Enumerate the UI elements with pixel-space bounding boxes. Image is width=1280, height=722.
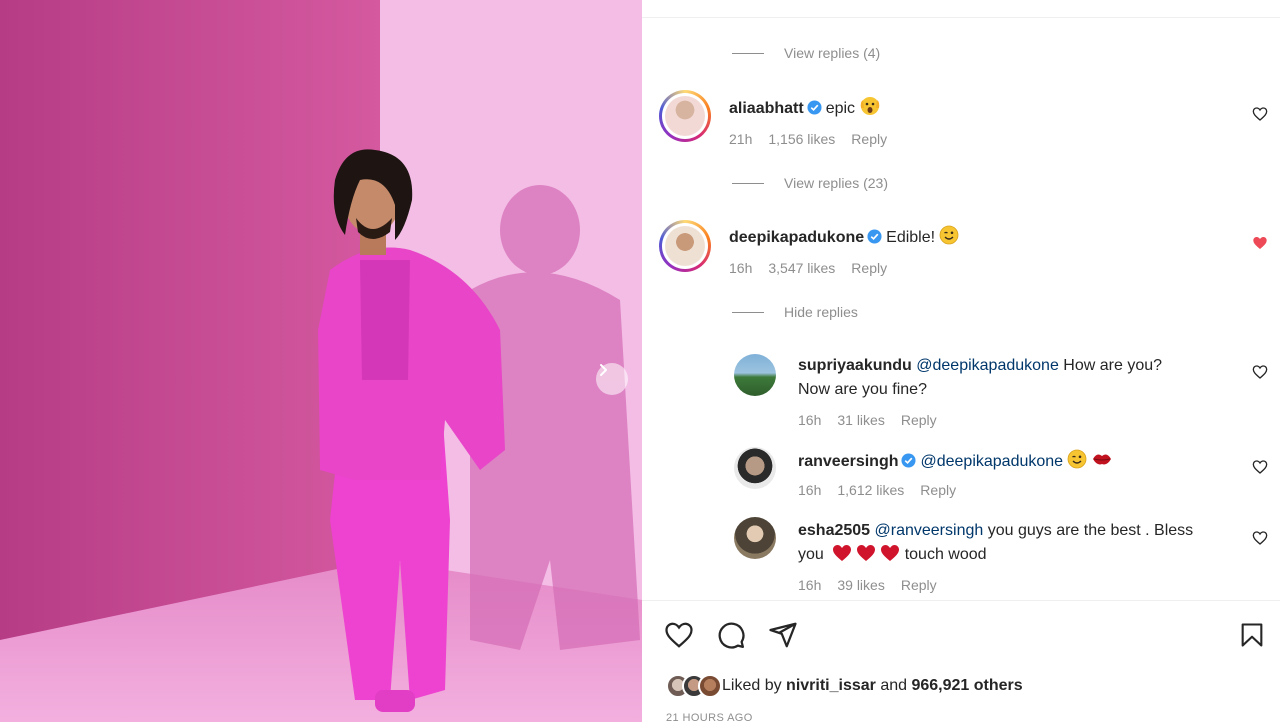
heart-icon[interactable] <box>664 620 694 650</box>
kiss-lips-emoji-icon <box>1093 454 1112 465</box>
reply-button[interactable]: Reply <box>851 131 887 147</box>
comment-text: aliaabhatt epic <box>729 94 881 121</box>
reply-likes[interactable]: 1,612 likes <box>837 482 904 498</box>
reply-meta: 16h 31 likes Reply <box>798 412 937 428</box>
divider <box>642 600 1280 601</box>
view-replies-button[interactable]: View replies (4) <box>732 45 880 61</box>
next-image-button[interactable] <box>596 363 628 395</box>
reply-text: esha2505 @ranveersingh you guys are the … <box>798 519 1238 567</box>
reply-body-line2a: you <box>798 546 824 563</box>
scream-emoji-icon <box>860 97 880 115</box>
heart-emoji-icon <box>857 545 876 561</box>
avatar[interactable] <box>659 220 711 272</box>
reply-likes[interactable]: 31 likes <box>837 412 884 428</box>
reply-time[interactable]: 16h <box>798 412 821 428</box>
heart-filled-icon[interactable] <box>1252 235 1268 251</box>
wink-emoji-icon <box>1067 449 1087 469</box>
liked-by-and: and <box>880 677 908 694</box>
reply-button[interactable]: Reply <box>920 482 956 498</box>
avatar[interactable] <box>659 90 711 142</box>
comment-username[interactable]: deepikapadukone <box>729 229 864 246</box>
replies-dash <box>732 311 764 313</box>
reply-username[interactable]: supriyaakundu <box>798 357 912 374</box>
reply-button[interactable]: Reply <box>901 412 937 428</box>
send-icon[interactable] <box>768 620 798 650</box>
reply-time[interactable]: 16h <box>798 577 821 593</box>
hide-replies-label: Hide replies <box>784 304 858 320</box>
comment-likes[interactable]: 3,547 likes <box>768 260 835 276</box>
mention-link[interactable]: @ranveersingh <box>875 522 984 539</box>
reply-body-line1: How are you? <box>1063 357 1163 374</box>
verified-badge-icon <box>807 100 822 115</box>
reply-body-line1: you guys are the best . Bless <box>987 522 1194 539</box>
liked-by-user[interactable]: nivriti_issar <box>786 677 876 694</box>
comment-body: Edible! <box>886 229 936 246</box>
comment-body: epic <box>825 100 856 117</box>
comment-text: deepikapadukone Edible! <box>729 225 959 250</box>
avatar[interactable] <box>734 354 776 396</box>
reply-button[interactable]: Reply <box>851 260 887 276</box>
wink-emoji-icon <box>939 225 959 245</box>
comment-time[interactable]: 21h <box>729 131 752 147</box>
bookmark-icon[interactable] <box>1238 620 1266 650</box>
reply-text: ranveersingh @deepikapadukone <box>798 449 1113 474</box>
post-timestamp[interactable]: 21 HOURS AGO <box>666 712 753 722</box>
reply-likes[interactable]: 39 likes <box>837 577 884 593</box>
avatar[interactable] <box>734 517 776 559</box>
comment-time[interactable]: 16h <box>729 260 752 276</box>
chevron-right-icon <box>600 364 607 376</box>
reply-username[interactable]: esha2505 <box>798 522 870 539</box>
avatar <box>698 674 722 698</box>
liked-by-text: Liked by nivriti_issar and 966,921 other… <box>722 677 1023 695</box>
reply-meta: 16h 1,612 likes Reply <box>798 482 956 498</box>
avatar-inner <box>662 223 708 269</box>
comment-meta: 21h 1,156 likes Reply <box>729 131 887 147</box>
liked-by-row: Liked by nivriti_issar and 966,921 other… <box>666 674 1023 698</box>
avatar-image <box>665 96 705 136</box>
comment-meta: 16h 3,547 likes Reply <box>729 260 887 276</box>
liked-by-others[interactable]: 966,921 others <box>911 677 1022 694</box>
comment-icon[interactable] <box>716 620 746 650</box>
mention-link[interactable]: @deepikapadukone <box>916 357 1059 374</box>
view-replies-button[interactable]: View replies (23) <box>732 175 888 191</box>
reply-time[interactable]: 16h <box>798 482 821 498</box>
comment-username[interactable]: aliaabhatt <box>729 100 804 117</box>
avatar[interactable] <box>734 447 776 489</box>
avatar-inner <box>662 93 708 139</box>
post-photo-illustration <box>0 0 642 722</box>
avatar-image <box>665 226 705 266</box>
comments-panel: View replies (4) aliaabhatt epic 21h 1,15… <box>642 0 1280 722</box>
mention-link[interactable]: @deepikapadukone <box>920 453 1063 470</box>
reply-button[interactable]: Reply <box>901 577 937 593</box>
view-replies-label: View replies (4) <box>784 45 881 61</box>
liked-by-prefix: Liked by <box>722 677 782 694</box>
liker-avatars[interactable] <box>666 674 722 698</box>
reply-body-line2: Now are you fine? <box>798 381 927 398</box>
heart-icon[interactable] <box>1252 106 1268 122</box>
heart-emoji-icon <box>833 545 852 561</box>
heart-icon[interactable] <box>1252 459 1268 475</box>
reply-username[interactable]: ranveersingh <box>798 453 898 470</box>
reply-meta: 16h 39 likes Reply <box>798 577 937 593</box>
replies-dash <box>732 182 764 184</box>
post-image <box>0 0 642 722</box>
heart-emoji-icon <box>881 545 900 561</box>
view-replies-label: View replies (23) <box>784 175 889 191</box>
reply-text: supriyaakundu @deepikapadukone How are y… <box>798 354 1218 402</box>
replies-dash <box>732 52 764 54</box>
comment-likes[interactable]: 1,156 likes <box>768 131 835 147</box>
hide-replies-button[interactable]: Hide replies <box>732 304 858 320</box>
divider <box>642 17 1280 18</box>
reply-body-line2b: touch wood <box>904 546 987 563</box>
verified-badge-icon <box>867 229 882 244</box>
verified-badge-icon <box>901 453 917 468</box>
post-actions-bar <box>664 620 1266 650</box>
heart-icon[interactable] <box>1252 530 1268 546</box>
heart-icon[interactable] <box>1252 364 1268 380</box>
